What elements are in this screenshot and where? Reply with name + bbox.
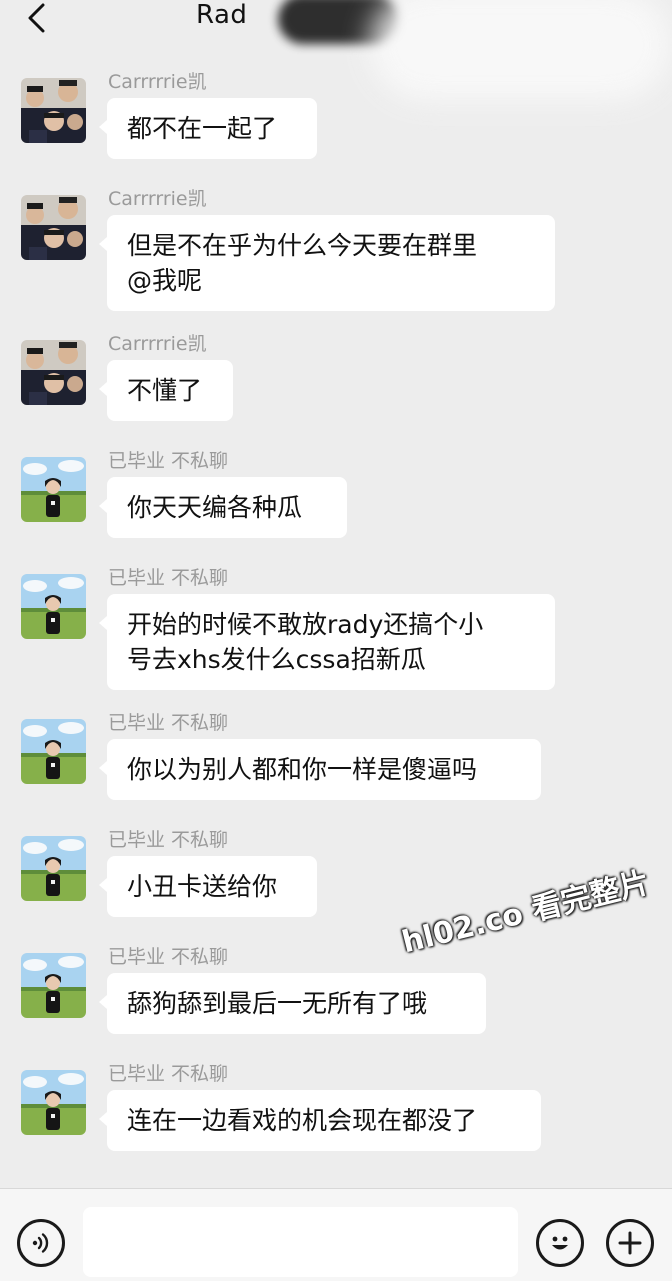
- message-text: 连在一边看戏的机会现在都没了: [127, 1106, 478, 1135]
- sender-name: 已毕业 不私聊: [108, 1063, 229, 1085]
- message-bubble[interactable]: 但是不在乎为什么今天要在群里 @我呢: [99, 215, 555, 311]
- message-text: 你以为别人都和你一样是傻逼吗: [127, 755, 478, 784]
- avatar[interactable]: [21, 574, 86, 639]
- avatar[interactable]: [21, 457, 86, 522]
- voice-icon: [32, 1233, 49, 1253]
- chat-header: Rad: [0, 0, 672, 100]
- message-text: 号去xhs发什么cssa招新瓜: [127, 645, 426, 674]
- message-bubble[interactable]: 你天天编各种瓜: [99, 477, 347, 538]
- message-text: 不懂了: [127, 376, 203, 405]
- message-bubble[interactable]: 都不在一起了: [99, 98, 317, 159]
- more-button[interactable]: [606, 1219, 654, 1267]
- sender-name: Carrrrrie凯: [108, 71, 207, 93]
- chat-title[interactable]: Rad: [196, 0, 247, 30]
- voice-button[interactable]: [17, 1219, 65, 1267]
- message-input[interactable]: [83, 1207, 518, 1277]
- message-text: 开始的时候不敢放rady还搞个小: [127, 610, 484, 639]
- plus-icon: [618, 1231, 642, 1255]
- sender-name: 已毕业 不私聊: [108, 829, 229, 851]
- avatar[interactable]: [21, 78, 86, 143]
- sender-name: 已毕业 不私聊: [108, 712, 229, 734]
- message-bubble[interactable]: 连在一边看戏的机会现在都没了: [99, 1090, 541, 1151]
- back-button[interactable]: [18, 0, 54, 36]
- redaction-mark: [370, 0, 670, 100]
- avatar[interactable]: [21, 195, 86, 260]
- avatar[interactable]: [21, 340, 86, 405]
- sender-name: Carrrrrie凯: [108, 333, 207, 355]
- sender-name: Carrrrrie凯: [108, 188, 207, 210]
- message-bubble[interactable]: 舔狗舔到最后一无所有了哦: [99, 973, 486, 1034]
- message-text: 都不在一起了: [127, 114, 278, 143]
- sender-name: 已毕业 不私聊: [108, 450, 229, 472]
- input-toolbar: [0, 1188, 672, 1281]
- chevron-left-icon: [28, 3, 45, 33]
- emoji-icon: [552, 1236, 568, 1250]
- watermark-text: hl02.co 看完整片: [398, 865, 654, 961]
- message-text: 你天天编各种瓜: [127, 493, 303, 522]
- avatar[interactable]: [21, 836, 86, 901]
- sender-name: 已毕业 不私聊: [108, 567, 229, 589]
- message-bubble[interactable]: 不懂了: [99, 360, 233, 421]
- message-text: @我呢: [127, 266, 203, 295]
- emoji-button[interactable]: [536, 1219, 584, 1267]
- message-text: 小丑卡送给你: [127, 872, 278, 901]
- avatar[interactable]: [21, 1070, 86, 1135]
- avatar[interactable]: [21, 719, 86, 784]
- message-text: 但是不在乎为什么今天要在群里: [127, 231, 478, 260]
- message-bubble[interactable]: 你以为别人都和你一样是傻逼吗: [99, 739, 541, 800]
- avatar[interactable]: [21, 953, 86, 1018]
- message-text: 舔狗舔到最后一无所有了哦: [127, 989, 428, 1018]
- message-bubble[interactable]: 小丑卡送给你: [99, 856, 317, 917]
- sender-name: 已毕业 不私聊: [108, 946, 229, 968]
- message-bubble[interactable]: 开始的时候不敢放rady还搞个小 号去xhs发什么cssa招新瓜: [99, 594, 555, 690]
